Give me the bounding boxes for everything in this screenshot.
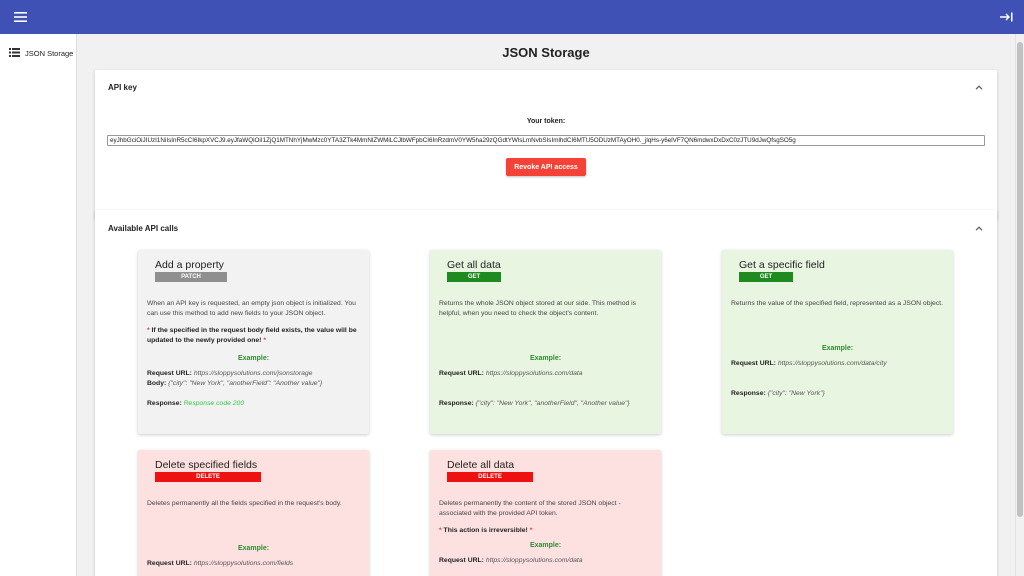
card-title: Delete specified fields — [155, 459, 258, 471]
example-heading: Example: — [237, 355, 270, 362]
method-badge: DELETE — [447, 472, 533, 482]
revoke-api-access-button[interactable]: Revoke API access — [506, 158, 586, 176]
sidebar-item-label: JSON Storage — [25, 48, 74, 58]
sidebar: JSON Storage — [0, 34, 77, 576]
example-heading: Example: — [529, 355, 562, 362]
api-card-add-property: Add a property PATCH When an API key is … — [138, 250, 369, 434]
vertical-scrollbar[interactable] — [1015, 34, 1024, 576]
method-badge: GET — [739, 272, 793, 282]
api-key-panel-header[interactable]: API key — [95, 70, 997, 104]
api-card-delete-all-data: Delete all data DELETE Deletes permanent… — [430, 450, 661, 576]
list-icon — [9, 44, 20, 62]
request-url-row: Request URL: https://sloppysolutions.com… — [147, 370, 313, 377]
card-warning: * If the specified in the request body f… — [147, 327, 357, 344]
api-calls-panel-header[interactable]: Available API calls — [95, 210, 997, 246]
api-key-panel-title: API key — [108, 82, 137, 92]
api-calls-panel-title: Available API calls — [108, 223, 179, 233]
page-title: JSON Storage — [502, 45, 590, 60]
card-title: Get all data — [447, 259, 501, 271]
scrollbar-thumb[interactable] — [1017, 42, 1023, 517]
asterisk-icon: * — [439, 527, 442, 534]
token-field[interactable] — [107, 135, 985, 146]
card-warning: * This action is irreversible! * — [439, 527, 533, 534]
example-heading: Example: — [529, 542, 562, 549]
card-description: Returns the whole JSON object stored at … — [439, 300, 637, 317]
request-url-row: Request URL: https://sloppysolutions.com… — [439, 557, 583, 564]
asterisk-icon: * — [147, 327, 150, 334]
body-row: Body: {"city": "New York", "anotherField… — [147, 380, 323, 387]
card-description: Deletes permanently the content of the s… — [439, 500, 621, 517]
method-badge: PATCH — [155, 272, 227, 282]
api-card-delete-specified-fields: Delete specified fields DELETE Deletes p… — [138, 450, 369, 576]
asterisk-icon: * — [263, 337, 266, 344]
card-title: Add a property — [155, 259, 224, 271]
card-title: Get a specific field — [739, 259, 825, 271]
api-card-get-all-data: Get all data GET Returns the whole JSON … — [430, 250, 661, 434]
card-description: When an API key is requested, an empty j… — [147, 300, 356, 317]
chevron-up-icon[interactable] — [974, 82, 984, 92]
arrow-to-right-icon[interactable] — [998, 9, 1014, 25]
asterisk-icon: * — [529, 527, 533, 534]
response-row: Response: {"city": "New York", "anotherF… — [439, 400, 630, 407]
method-badge: DELETE — [155, 472, 261, 482]
request-url-row: Request URL: https://sloppysolutions.com… — [439, 370, 583, 377]
example-heading: Example: — [821, 345, 854, 352]
request-url-row: Request URL: https://sloppysolutions.com… — [731, 360, 887, 367]
card-description: Deletes permanently all the fields speci… — [147, 500, 342, 507]
method-badge: GET — [447, 272, 501, 282]
api-calls-panel: Available API calls Add a property PATCH… — [95, 210, 997, 576]
response-row: Response: Response code 200 — [147, 400, 245, 407]
main-content: JSON Storage API key Your token: Revoke … — [77, 34, 1015, 576]
token-label: Your token: — [526, 118, 566, 125]
card-description: Returns the value of the specified field… — [731, 300, 943, 307]
example-heading: Example: — [237, 545, 270, 552]
api-key-panel: API key Your token: Revoke API access — [95, 70, 997, 220]
chevron-up-icon[interactable] — [974, 223, 984, 233]
card-title: Delete all data — [447, 459, 515, 471]
top-app-bar — [0, 0, 1024, 34]
menu-icon[interactable] — [12, 9, 28, 25]
sidebar-item-json-storage[interactable]: JSON Storage — [0, 46, 76, 60]
api-card-get-specific-field: Get a specific field GET Returns the val… — [722, 250, 953, 434]
request-url-row: Request URL: https://sloppysolutions.com… — [147, 560, 294, 567]
response-row: Response: {"city": "New York"} — [731, 390, 825, 397]
